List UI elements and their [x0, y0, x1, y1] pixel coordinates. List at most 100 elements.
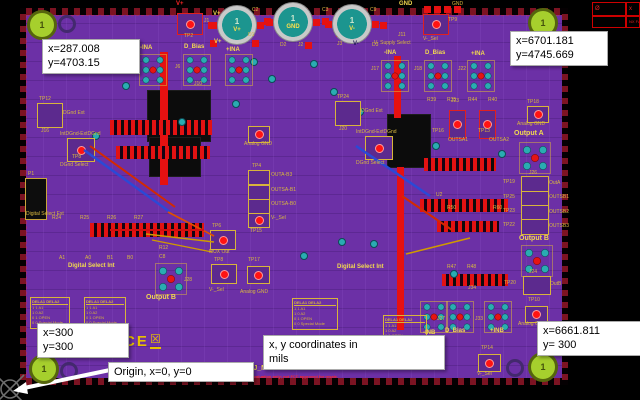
- drill-cell: Ø: [592, 2, 626, 16]
- smd-pad: [305, 42, 312, 49]
- silkscreen-label: D_Bias: [184, 44, 205, 50]
- callout-line: y=4703.15: [48, 57, 100, 70]
- silkscreen-label: B1: [107, 255, 114, 261]
- testpoint-box: [248, 199, 270, 214]
- testpoint-box: [478, 354, 501, 372]
- callout-line: mils: [269, 353, 289, 366]
- silkscreen-label: V-_Sel: [271, 215, 286, 221]
- drill-cell: NX Fab: [626, 16, 640, 28]
- silkscreen-label: OUTSB2: [549, 209, 570, 215]
- component-pad-row: [116, 146, 210, 159]
- silkscreen-label: MUX Out: [209, 249, 230, 255]
- silkscreen-label: R24: [52, 215, 62, 221]
- drill-table: ØxNX Fab: [592, 2, 640, 28]
- silkscreen-label: R44: [468, 97, 478, 103]
- smd-pad: [380, 22, 387, 29]
- testpoint-box: [248, 170, 270, 185]
- silkscreen-label: J3: [337, 41, 343, 47]
- silkscreen-label: B0: [127, 255, 134, 261]
- silkscreen-label: P1: [28, 171, 35, 177]
- connector-pin-number: 1: [234, 16, 240, 26]
- silkscreen-label: R48: [467, 264, 477, 270]
- testpoint-box: [423, 14, 449, 35]
- testpoint-box: [37, 103, 63, 128]
- silkscreen-label: TP6: [212, 223, 222, 229]
- callout-line: y=4745.669: [516, 49, 574, 62]
- silkscreen-label: TP15: [250, 228, 262, 234]
- silkscreen-label: -INA: [384, 50, 397, 56]
- callout-line: y= 300: [543, 339, 577, 352]
- silkscreen-label: OUTSB1: [549, 194, 570, 200]
- callout-line: Origin, x=0, y=0: [114, 366, 192, 378]
- silkscreen-label: C3: [322, 7, 329, 13]
- silkscreen-label: +INB: [490, 328, 504, 334]
- drill-cell: x: [626, 2, 640, 16]
- silkscreen-label: R47: [447, 264, 457, 270]
- silkscreen-label: OUTSB3: [549, 223, 570, 229]
- via: [450, 270, 458, 278]
- silkscreen-label: V-_Sel: [477, 371, 492, 377]
- component-pad-row: [424, 158, 496, 171]
- silkscreen-label: Analog GND: [517, 121, 546, 127]
- silkscreen-label: For evaluation only; not FCC approved fo…: [244, 374, 339, 379]
- silkscreen-label: V-_Sel: [209, 287, 224, 293]
- silkscreen-label: J22: [458, 66, 467, 72]
- silkscreen-label: TP24: [337, 94, 349, 100]
- silkscreen-label: A0: [85, 255, 92, 261]
- connector-label: GND: [286, 23, 300, 30]
- silkscreen-label: J34: [468, 285, 477, 291]
- silkscreen-label: V-: [353, 41, 359, 47]
- silkscreen-label: Output B: [519, 235, 549, 242]
- callout-line: x=6701.181: [516, 35, 574, 47]
- silkscreen-label: IntDGnd-ExtDGnd: [60, 131, 101, 137]
- silkscreen-label: C9: [370, 7, 377, 13]
- via: [178, 118, 186, 126]
- silkscreen-label: J27: [437, 316, 446, 322]
- testpoint-box: [248, 213, 270, 228]
- silkscreen-label: TP8: [72, 154, 82, 160]
- power-trace: [397, 167, 404, 330]
- silkscreen-label: J10: [194, 81, 203, 87]
- silkscreen-label: TP20: [504, 280, 516, 286]
- power-connector-V-: 1 V-: [325, 4, 379, 44]
- callout-line: y=300: [43, 341, 74, 354]
- silkscreen-label: R35: [447, 97, 457, 103]
- testpoint-box: [521, 219, 549, 235]
- silkscreen-label: R27: [134, 215, 144, 221]
- silkscreen-label: J6: [175, 64, 181, 70]
- via-ring: [60, 362, 78, 380]
- coordinate-callout-top-right: x=6701.181 y=4745.669: [510, 31, 608, 66]
- via: [498, 150, 506, 158]
- silkscreen-label: TP19: [503, 179, 515, 185]
- via: [432, 142, 440, 150]
- via: [268, 75, 276, 83]
- table-row: 0 0 Special Mode: [294, 321, 325, 326]
- silkscreen-label: R60: [493, 205, 503, 211]
- silkscreen-label: R40: [488, 97, 498, 103]
- silkscreen-label: J11: [398, 32, 406, 38]
- truth-table: DELA1 DELA21 1 A11 0 A20 1 OPEN0 0 Speci…: [292, 298, 338, 330]
- via-ring: [58, 15, 76, 33]
- silkscreen-label: TP4: [252, 163, 262, 169]
- silkscreen-label: D2: [280, 42, 287, 48]
- silkscreen-label: J2: [298, 42, 304, 48]
- via-ring: [506, 359, 524, 377]
- silkscreen-label: C2: [252, 7, 259, 13]
- drill-cell: [592, 16, 626, 28]
- testpoint-box: [248, 185, 270, 200]
- testpoint-box: [449, 110, 466, 139]
- fiducial-marker: 1: [27, 10, 57, 40]
- jumper-header-block: [467, 60, 495, 92]
- silkscreen-label: -INA: [140, 45, 153, 51]
- silkscreen-label: TP13: [478, 128, 490, 134]
- silkscreen-label: TP25: [503, 194, 515, 200]
- silkscreen-label: TP14: [481, 345, 493, 351]
- smd-pad: [434, 6, 441, 13]
- silkscreen-label: Digital Select Int: [68, 263, 115, 269]
- silkscreen-label: C8: [159, 254, 166, 260]
- testpoint-box: [365, 136, 393, 160]
- connector-label: V-: [349, 25, 355, 32]
- jumper-header-block: [381, 60, 409, 92]
- silkscreen-label: V+: [214, 39, 222, 45]
- via: [122, 82, 130, 90]
